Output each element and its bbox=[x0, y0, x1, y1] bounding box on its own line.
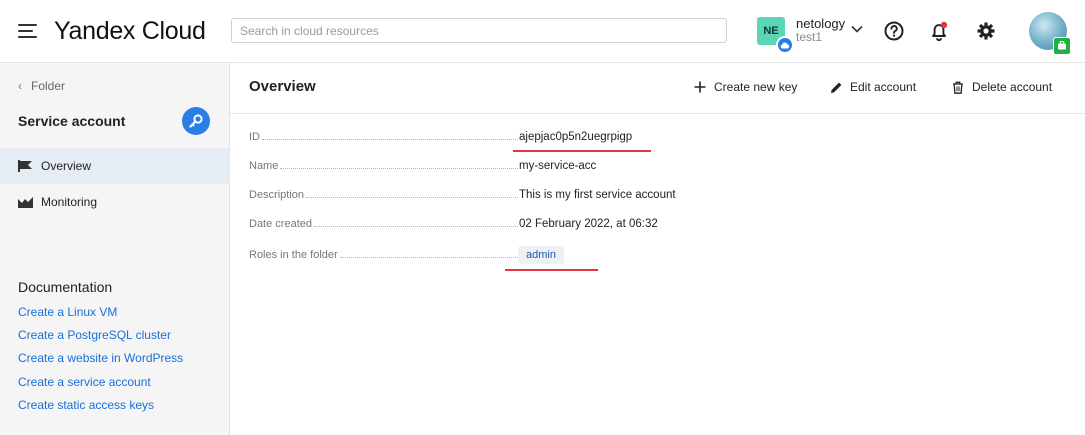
detail-value: my-service-acc bbox=[519, 160, 597, 172]
detail-row-roles: Roles in the folder admin bbox=[249, 246, 1069, 267]
highlight-underline-role bbox=[505, 269, 598, 271]
create-key-label: Create new key bbox=[714, 80, 798, 94]
detail-label: Name bbox=[249, 160, 279, 172]
yandex-cloud-logo: Yandex Cloud bbox=[54, 17, 206, 45]
help-icon[interactable] bbox=[883, 20, 905, 42]
delete-account-label: Delete account bbox=[972, 80, 1053, 94]
back-label: Folder bbox=[31, 79, 66, 93]
account-badge bbox=[1053, 37, 1071, 55]
detail-row-name: Name my-service-acc bbox=[249, 160, 1069, 178]
top-bar: Yandex Cloud NE netology test1 bbox=[0, 0, 1085, 63]
back-to-folder-link[interactable]: ‹ Folder bbox=[18, 79, 65, 93]
cloud-name: netology bbox=[796, 16, 846, 31]
detail-label: Description bbox=[249, 189, 305, 201]
doc-link[interactable]: Create a website in WordPress bbox=[18, 351, 183, 365]
folder-name: test1 bbox=[796, 30, 823, 44]
detail-row-id: ID ajepjac0p5n2uegrpigp bbox=[249, 131, 1069, 149]
sidebar-item-label: Overview bbox=[41, 159, 92, 173]
chevron-down-icon bbox=[851, 25, 863, 33]
detail-label: Date created bbox=[249, 218, 312, 230]
page-title: Overview bbox=[249, 78, 316, 95]
highlight-underline-id bbox=[513, 150, 651, 152]
sidebar: ‹ Folder Service account Overview Monitor… bbox=[0, 63, 230, 435]
sidebar-item-monitoring[interactable]: Monitoring bbox=[0, 184, 229, 220]
detail-label: Roles in the folder bbox=[249, 249, 338, 261]
header-divider bbox=[230, 113, 1085, 114]
chart-icon bbox=[18, 197, 33, 208]
doc-link[interactable]: Create a Linux VM bbox=[18, 305, 117, 319]
key-icon[interactable] bbox=[182, 107, 210, 135]
gear-icon[interactable] bbox=[975, 20, 997, 42]
edit-account-label: Edit account bbox=[850, 80, 917, 94]
chevron-left-icon: ‹ bbox=[18, 79, 22, 93]
pencil-icon bbox=[831, 82, 842, 93]
service-account-title: Service account bbox=[18, 113, 126, 129]
detail-value: This is my first service account bbox=[519, 189, 676, 201]
sidebar-item-overview[interactable]: Overview bbox=[0, 148, 229, 184]
plus-icon bbox=[694, 81, 706, 93]
flag-icon bbox=[18, 160, 32, 172]
cloud-icon bbox=[776, 36, 794, 54]
bell-icon[interactable] bbox=[928, 20, 950, 42]
sidebar-item-label: Monitoring bbox=[41, 195, 98, 209]
role-badge: admin bbox=[518, 246, 564, 264]
doc-link[interactable]: Create static access keys bbox=[18, 398, 154, 412]
doc-link[interactable]: Create a service account bbox=[18, 375, 151, 389]
detail-value: 02 February 2022, at 06:32 bbox=[519, 218, 658, 230]
detail-row-description: Description This is my first service acc… bbox=[249, 189, 1069, 207]
documentation-title: Documentation bbox=[18, 279, 113, 295]
doc-link[interactable]: Create a PostgreSQL cluster bbox=[18, 328, 171, 342]
cloud-selector[interactable]: NE netology test1 bbox=[757, 16, 867, 54]
detail-label: ID bbox=[249, 131, 260, 143]
detail-row-date-created: Date created 02 February 2022, at 06:32 bbox=[249, 218, 1069, 236]
main-content: Overview Create new key Edit account Del… bbox=[230, 63, 1085, 435]
trash-icon bbox=[953, 81, 963, 94]
search-input[interactable] bbox=[231, 18, 727, 43]
menu-icon[interactable] bbox=[18, 24, 37, 38]
detail-value: ajepjac0p5n2uegrpigp bbox=[519, 131, 633, 143]
